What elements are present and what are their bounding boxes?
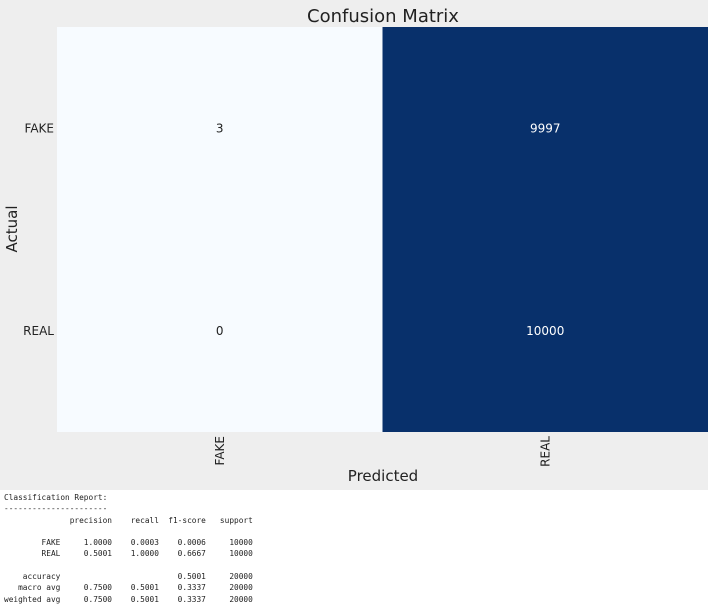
cell-value-label: 3 [216,121,224,135]
confusion-matrix-chart: Confusion Matrix Predicted Actual 3 9997 0… [3,6,708,485]
y-axis-label: Actual [3,206,21,253]
report-separator: ---------------------- [4,504,108,514]
confusion-matrix-figure: Confusion Matrix Predicted Actual 3 9997 0… [0,0,708,490]
chart-title: Confusion Matrix [307,6,459,27]
x-tick-label: FAKE [213,436,227,465]
x-axis-label: Predicted [348,467,418,485]
classification-report-text: Classification Report: -----------------… [4,492,253,605]
report-title: Classification Report: [4,493,108,502]
report-table: precision recall f1-score support FAKE 1… [4,515,253,604]
cell-value-label: 10000 [526,324,564,338]
cell-value-label: 9997 [530,121,561,135]
heatmap-cells [57,27,708,432]
cell-value-label: 0 [216,324,224,338]
y-tick-label: FAKE [25,121,54,135]
x-tick-label: REAL [538,436,552,467]
y-tick-label: REAL [23,324,54,338]
